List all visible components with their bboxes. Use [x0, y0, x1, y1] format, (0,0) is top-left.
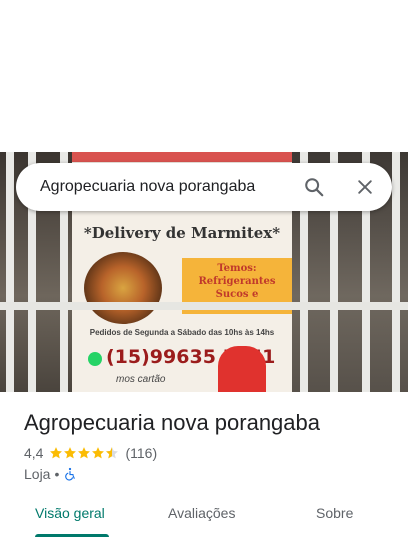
search-bar[interactable]: Agropecuaria nova porangaba: [16, 163, 392, 211]
half-star-icon: [106, 447, 119, 459]
promo-line: Refrigerantes: [198, 276, 276, 287]
wheelchair-accessible-icon: [65, 467, 76, 481]
search-input[interactable]: Agropecuaria nova porangaba: [40, 178, 255, 196]
rating-value: 4,4: [24, 445, 44, 461]
poster-top-band: [72, 152, 292, 162]
tab-overview[interactable]: Visão geral: [35, 505, 105, 521]
poster-card-text: mos cartão: [116, 374, 166, 385]
review-count[interactable]: (116): [125, 445, 157, 461]
star-rating: [49, 446, 119, 460]
whatsapp-icon: [88, 352, 102, 366]
category-row: Loja •: [24, 465, 77, 483]
tab-reviews[interactable]: Avaliações: [168, 505, 235, 521]
close-icon[interactable]: [355, 177, 375, 197]
star-icon: [92, 447, 105, 459]
poster-title: *Delivery de Marmitex*: [83, 224, 281, 242]
place-title: Agropecuaria nova porangaba: [24, 410, 321, 435]
food-plate-image: [84, 252, 162, 324]
delivery-mascot-image: [218, 346, 266, 392]
star-icon: [78, 447, 91, 459]
promo-line: Temos:: [217, 263, 257, 274]
place-category: Loja: [24, 466, 51, 482]
separator-dot: •: [54, 466, 60, 482]
tab-about[interactable]: Sobre: [316, 505, 353, 521]
active-tab-indicator: [35, 534, 109, 537]
search-icon[interactable]: [303, 176, 325, 198]
star-icon: [50, 447, 63, 459]
poster-hours: Pedidos de Segunda a Sábado das 10hs às …: [89, 328, 275, 337]
window-rail: [0, 302, 408, 310]
star-icon: [64, 447, 77, 459]
rating-row[interactable]: 4,4 (116): [24, 444, 157, 462]
promo-line: Sucos e Sobremesas: [203, 289, 270, 313]
tab-bar: Visão geral Avaliações Sobre: [0, 497, 408, 544]
